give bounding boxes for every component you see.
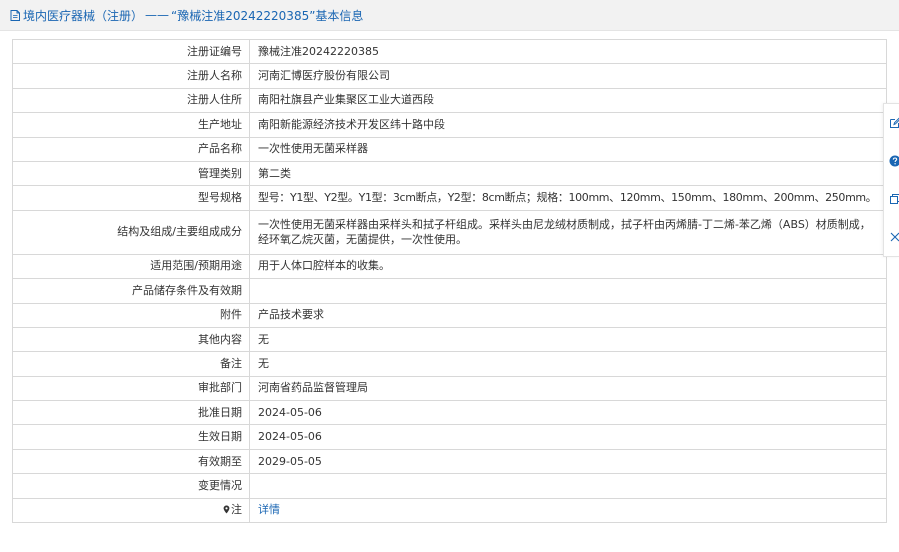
- row-value: 无: [249, 351, 887, 377]
- row-label: 型号规格: [12, 185, 250, 211]
- row-value: 南阳新能源经济技术开发区纬十路中段: [249, 112, 887, 138]
- row-value: 豫械注准20242220385: [249, 38, 887, 65]
- row-label: 注册人名称: [12, 63, 250, 89]
- document-icon: [9, 9, 21, 22]
- table-row: 注 详情: [12, 497, 887, 524]
- table-row: 注册证编号 豫械注准20242220385: [12, 38, 887, 65]
- table-row: 附件 产品技术要求: [12, 302, 887, 328]
- close-icon[interactable]: [888, 230, 899, 244]
- help-icon[interactable]: [888, 154, 899, 168]
- row-value: 2024-05-06: [249, 424, 887, 450]
- row-value: [249, 473, 887, 499]
- row-label: 附件: [12, 302, 250, 328]
- row-value: 2029-05-05: [249, 448, 887, 475]
- row-label: 适用范围/预期用途: [12, 253, 250, 280]
- table-row: 生效日期 2024-05-06: [12, 424, 887, 450]
- table-row: 注册人名称 河南汇博医疗股份有限公司: [12, 63, 887, 89]
- row-value: 2024-05-06: [249, 400, 887, 426]
- map-pin-icon: [223, 504, 230, 518]
- row-label: 备注: [12, 351, 250, 377]
- row-value: 第二类: [249, 160, 887, 187]
- row-label: 注册证编号: [12, 38, 250, 65]
- table-row: 产品储存条件及有效期: [12, 278, 887, 304]
- info-table: 注册证编号 豫械注准20242220385 注册人名称 河南汇博医疗股份有限公司…: [12, 38, 887, 524]
- row-label: 结构及组成/主要组成成分: [12, 209, 250, 255]
- row-value: 一次性使用无菌采样器: [249, 136, 887, 162]
- table-row: 结构及组成/主要组成成分 一次性使用无菌采样器由采样头和拭子杆组成。采样头由尼龙…: [12, 209, 887, 255]
- header-separator: ——: [145, 8, 170, 22]
- edit-icon[interactable]: [888, 116, 899, 130]
- row-value: 南阳社旗县产业集聚区工业大道西段: [249, 87, 887, 114]
- row-value: 一次性使用无菌采样器由采样头和拭子杆组成。采样头由尼龙绒材质制成，拭子杆由丙烯腈…: [249, 209, 887, 255]
- row-label: 产品储存条件及有效期: [12, 278, 250, 304]
- table-row: 管理类别 第二类: [12, 160, 887, 187]
- row-label: 审批部门: [12, 375, 250, 402]
- row-label: 变更情况: [12, 473, 250, 499]
- header-category: 境内医疗器械（注册）: [23, 8, 144, 23]
- table-row: 其他内容 无: [12, 326, 887, 353]
- row-value: 河南汇博医疗股份有限公司: [249, 63, 887, 89]
- row-label: 产品名称: [12, 136, 250, 162]
- details-link[interactable]: 详情: [258, 503, 280, 516]
- side-toolbar: [883, 103, 899, 257]
- table-row: 有效期至 2029-05-05: [12, 448, 887, 475]
- table-row: 批准日期 2024-05-06: [12, 400, 887, 426]
- note-label: 注: [231, 502, 242, 516]
- row-label: 有效期至: [12, 448, 250, 475]
- row-value: 无: [249, 326, 887, 353]
- row-label: 生产地址: [12, 112, 250, 138]
- row-label: 管理类别: [12, 160, 250, 187]
- row-label: 生效日期: [12, 424, 250, 450]
- table-row: 注册人住所 南阳社旗县产业集聚区工业大道西段: [12, 87, 887, 114]
- table-row: 变更情况: [12, 473, 887, 499]
- table-row: 备注 无: [12, 351, 887, 377]
- row-value-note: 详情: [249, 497, 887, 524]
- table-row: 适用范围/预期用途 用于人体口腔样本的收集。: [12, 253, 887, 280]
- row-label: 其他内容: [12, 326, 250, 353]
- table-row: 审批部门 河南省药品监督管理局: [12, 375, 887, 402]
- row-label: 批准日期: [12, 400, 250, 426]
- row-value: 产品技术要求: [249, 302, 887, 328]
- page-header: 境内医疗器械（注册） —— “豫械注准20242220385”基本信息: [0, 0, 899, 31]
- row-value: [249, 278, 887, 304]
- copy-icon[interactable]: [888, 192, 899, 206]
- row-value: 型号：Y1型、Y2型。Y1型：3cm断点，Y2型：8cm断点；规格：100mm、…: [249, 185, 887, 211]
- row-label-note: 注: [12, 497, 250, 524]
- table-row: 产品名称 一次性使用无菌采样器: [12, 136, 887, 162]
- table-row: 型号规格 型号：Y1型、Y2型。Y1型：3cm断点，Y2型：8cm断点；规格：1…: [12, 185, 887, 211]
- row-label: 注册人住所: [12, 87, 250, 114]
- row-value: 河南省药品监督管理局: [249, 375, 887, 402]
- header-title: “豫械注准20242220385”基本信息: [171, 8, 364, 23]
- table-row: 生产地址 南阳新能源经济技术开发区纬十路中段: [12, 112, 887, 138]
- row-value: 用于人体口腔样本的收集。: [249, 253, 887, 280]
